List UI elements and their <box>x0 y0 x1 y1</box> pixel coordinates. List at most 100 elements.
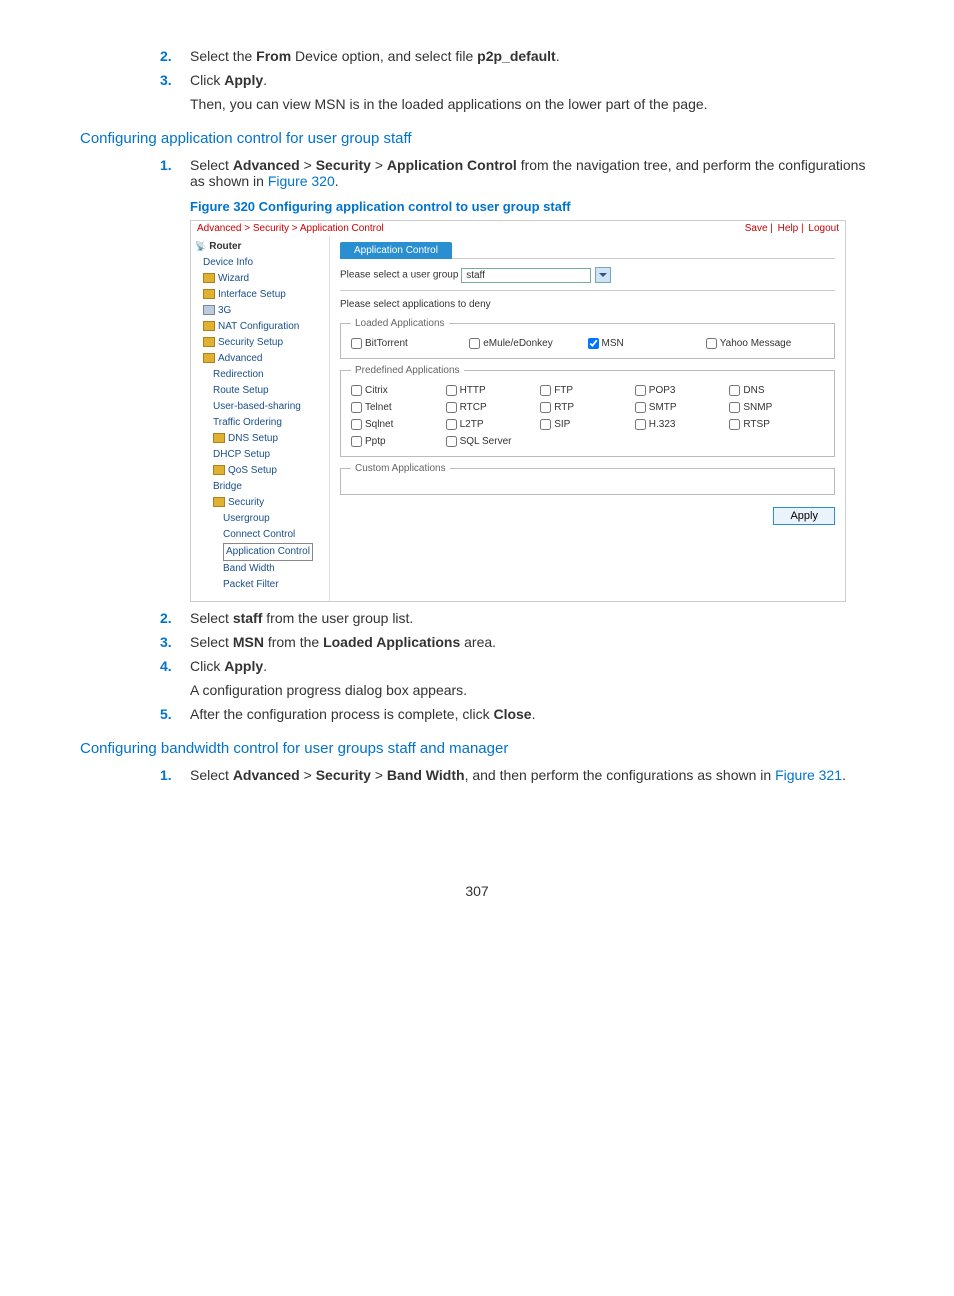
nav-item[interactable]: Wizard <box>195 271 325 287</box>
folder-icon <box>213 465 225 475</box>
step-number: 3. <box>160 72 190 88</box>
nav-item[interactable]: Security <box>195 495 325 511</box>
folder-icon <box>213 433 225 443</box>
list-item: 4.Click Apply. <box>160 658 874 674</box>
figure-caption: Figure 320 Configuring application contr… <box>190 199 874 214</box>
step-text: Select Advanced > Security > Application… <box>190 157 874 189</box>
user-group-select[interactable]: staff <box>461 268 591 283</box>
select-label: Please select a user group <box>340 270 458 281</box>
legend: Predefined Applications <box>351 365 464 376</box>
nav-item[interactable]: Device Info <box>195 255 325 271</box>
nav-item[interactable]: DHCP Setup <box>195 447 325 463</box>
nav-item[interactable]: Advanced <box>195 351 325 367</box>
nav-item[interactable]: Band Width <box>195 561 325 577</box>
folder-icon <box>203 353 215 363</box>
list-item: 2.Select the From Device option, and sel… <box>160 48 874 64</box>
apply-button[interactable]: Apply <box>773 507 835 525</box>
nav-item[interactable]: 3G <box>195 303 325 319</box>
header-link[interactable]: Logout <box>808 223 839 234</box>
checkbox-l2tp[interactable]: L2TP <box>446 416 541 433</box>
checkbox-snmp[interactable]: SNMP <box>729 399 824 416</box>
list-item: 5.After the configuration process is com… <box>160 706 874 722</box>
list-item: 3.Click Apply. <box>160 72 874 88</box>
chevron-down-icon[interactable] <box>595 267 611 283</box>
step-text: After the configuration process is compl… <box>190 706 874 722</box>
nav-item[interactable]: QoS Setup <box>195 463 325 479</box>
folder-icon <box>203 337 215 347</box>
page-number: 307 <box>80 883 874 899</box>
nav-item[interactable]: User-based-sharing <box>195 399 325 415</box>
step-number: 2. <box>160 48 190 64</box>
list-item: 2.Select staff from the user group list. <box>160 610 874 626</box>
folder-icon <box>203 273 215 283</box>
step-number: 4. <box>160 658 190 674</box>
nav-item[interactable]: Bridge <box>195 479 325 495</box>
checkbox-smtp[interactable]: SMTP <box>635 399 730 416</box>
nav-root: Router <box>195 238 325 255</box>
list-item: 1.Select Advanced > Security > Applicati… <box>160 157 874 189</box>
nav-tree: Router Device InfoWizardInterface Setup3… <box>191 236 330 601</box>
step-text: Click Apply. <box>190 658 874 674</box>
checkbox-sqlnet[interactable]: Sqlnet <box>351 416 446 433</box>
list-item: 3.Select MSN from the Loaded Application… <box>160 634 874 650</box>
checkbox-rtp[interactable]: RTP <box>540 399 635 416</box>
tab-application-control[interactable]: Application Control <box>340 242 452 259</box>
checkbox-pptp[interactable]: Pptp <box>351 433 446 450</box>
folder-icon <box>203 305 215 315</box>
nav-item[interactable]: Packet Filter <box>195 577 325 593</box>
step-text: Click Apply. <box>190 72 874 88</box>
step-text: Select the From Device option, and selec… <box>190 48 874 64</box>
checkbox-h-323[interactable]: H.323 <box>635 416 730 433</box>
step-number: 2. <box>160 610 190 626</box>
step-text: Select staff from the user group list. <box>190 610 874 626</box>
loaded-applications-group: Loaded Applications BitTorrenteMule/eDon… <box>340 318 835 359</box>
step-number: 5. <box>160 706 190 722</box>
checkbox-yahoo-message[interactable]: Yahoo Message <box>706 335 824 352</box>
checkbox-rtsp[interactable]: RTSP <box>729 416 824 433</box>
nav-item[interactable]: DNS Setup <box>195 431 325 447</box>
legend: Loaded Applications <box>351 318 449 329</box>
step-text: Select MSN from the Loaded Applications … <box>190 634 874 650</box>
nav-item[interactable]: Usergroup <box>195 511 325 527</box>
predefined-applications-group: Predefined Applications CitrixHTTPFTPPOP… <box>340 365 835 457</box>
checkbox-citrix[interactable]: Citrix <box>351 382 446 399</box>
legend: Custom Applications <box>351 463 450 474</box>
step-number: 1. <box>160 157 190 189</box>
folder-icon <box>203 321 215 331</box>
nav-item[interactable]: Security Setup <box>195 335 325 351</box>
step-number: 3. <box>160 634 190 650</box>
checkbox-dns[interactable]: DNS <box>729 382 824 399</box>
paragraph: A configuration progress dialog box appe… <box>190 682 874 698</box>
section-heading: Configuring bandwidth control for user g… <box>80 740 874 757</box>
nav-item[interactable]: Redirection <box>195 367 325 383</box>
section-heading: Configuring application control for user… <box>80 130 874 147</box>
nav-item[interactable]: Application Control <box>195 543 325 561</box>
folder-icon <box>203 289 215 299</box>
header-link[interactable]: Save <box>745 223 768 234</box>
header-link[interactable]: Help <box>778 223 799 234</box>
checkbox-ftp[interactable]: FTP <box>540 382 635 399</box>
checkbox-emule-edonkey[interactable]: eMule/eDonkey <box>469 335 587 352</box>
list-item: 1.Select Advanced > Security > Band Widt… <box>160 767 874 783</box>
checkbox-bittorrent[interactable]: BitTorrent <box>351 335 469 352</box>
step-text: Select Advanced > Security > Band Width,… <box>190 767 874 783</box>
nav-item[interactable]: Route Setup <box>195 383 325 399</box>
breadcrumb: Advanced > Security > Application Contro… <box>197 223 384 234</box>
nav-item[interactable]: Traffic Ordering <box>195 415 325 431</box>
checkbox-pop3[interactable]: POP3 <box>635 382 730 399</box>
deny-label: Please select applications to deny <box>340 299 835 310</box>
custom-applications-group: Custom Applications <box>340 463 835 495</box>
checkbox-msn[interactable]: MSN <box>588 335 706 352</box>
nav-item[interactable]: NAT Configuration <box>195 319 325 335</box>
checkbox-sql-server[interactable]: SQL Server <box>446 433 541 450</box>
checkbox-sip[interactable]: SIP <box>540 416 635 433</box>
checkbox-http[interactable]: HTTP <box>446 382 541 399</box>
checkbox-telnet[interactable]: Telnet <box>351 399 446 416</box>
figure-screenshot: Advanced > Security > Application Contro… <box>190 220 846 602</box>
step-number: 1. <box>160 767 190 783</box>
checkbox-rtcp[interactable]: RTCP <box>446 399 541 416</box>
nav-item[interactable]: Interface Setup <box>195 287 325 303</box>
nav-item[interactable]: Connect Control <box>195 527 325 543</box>
header-links: Save | Help | Logout <box>743 223 839 234</box>
paragraph: Then, you can view MSN is in the loaded … <box>190 96 874 112</box>
